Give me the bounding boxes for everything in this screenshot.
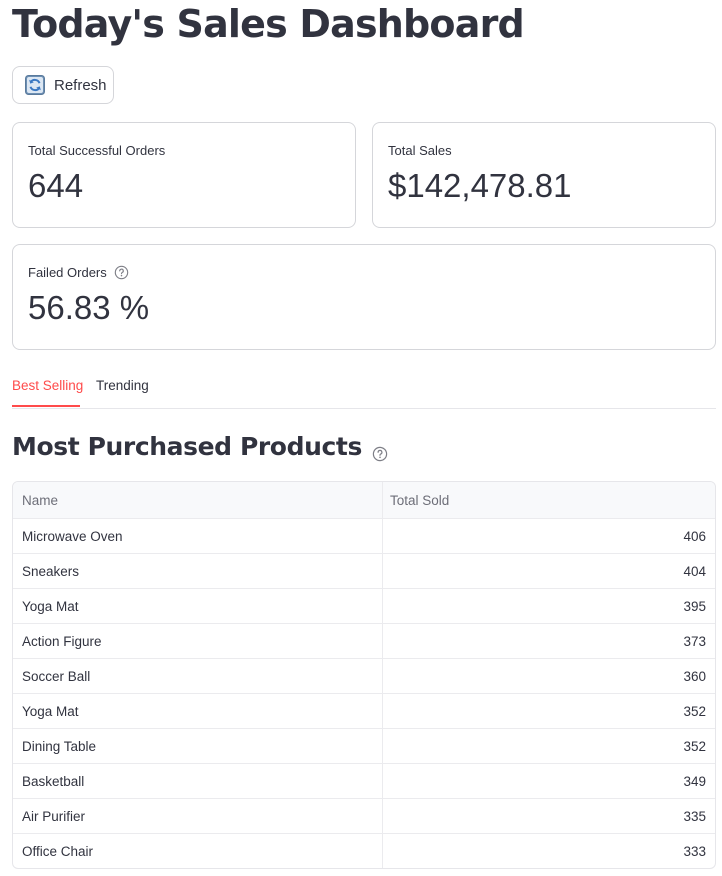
metric-total-sales: Total Sales $142,478.81 — [372, 122, 716, 228]
refresh-button[interactable]: Refresh — [12, 66, 114, 104]
cell-total-sold: 352 — [683, 703, 706, 719]
cell-total-sold: 333 — [683, 843, 706, 859]
table-row: Microwave Oven 406 — [13, 518, 715, 553]
page-title: Today's Sales Dashboard — [12, 2, 525, 46]
cell-name: Yoga Mat — [13, 589, 383, 623]
cell-total-sold: 352 — [683, 738, 706, 754]
cell-name: Yoga Mat — [13, 694, 383, 728]
help-icon[interactable] — [114, 265, 129, 280]
help-icon[interactable] — [372, 439, 388, 461]
metric-label: Total Successful Orders — [28, 143, 166, 158]
table-row: Basketball 349 — [13, 763, 715, 798]
metric-successful-orders: Total Successful Orders 644 — [12, 122, 356, 228]
tab-trending[interactable]: Trending — [96, 378, 149, 393]
table-row: Action Figure 373 — [13, 623, 715, 658]
refresh-label: Refresh — [54, 76, 107, 94]
cell-total-sold: 404 — [683, 563, 706, 579]
table-row: Yoga Mat 395 — [13, 588, 715, 623]
table-row: Yoga Mat 352 — [13, 693, 715, 728]
cell-total-sold: 360 — [683, 668, 706, 684]
products-table: Name Total Sold Microwave Oven 406 Sneak… — [12, 481, 716, 869]
metric-value: $142,478.81 — [388, 167, 572, 204]
cell-name: Air Purifier — [13, 799, 383, 833]
section-title: Most Purchased Products — [12, 432, 388, 461]
metric-value: 56.83 % — [28, 289, 150, 326]
tab-best-selling[interactable]: Best Selling — [12, 378, 83, 393]
column-header-name[interactable]: Name — [13, 482, 383, 518]
cell-total-sold: 406 — [683, 528, 706, 544]
table-row: Soccer Ball 360 — [13, 658, 715, 693]
active-tab-indicator — [12, 405, 80, 407]
cell-total-sold: 373 — [683, 633, 706, 649]
metric-label: Total Sales — [388, 143, 452, 158]
table-header-row: Name Total Sold — [13, 482, 715, 518]
table-row: Air Purifier 335 — [13, 798, 715, 833]
cell-name: Soccer Ball — [13, 659, 383, 693]
refresh-icon — [25, 75, 45, 95]
cell-name: Office Chair — [13, 834, 383, 868]
cell-total-sold: 349 — [683, 773, 706, 789]
cell-name: Microwave Oven — [13, 519, 383, 553]
cell-name: Action Figure — [13, 624, 383, 658]
column-header-total-sold[interactable]: Total Sold — [383, 482, 715, 518]
metric-label: Failed Orders — [28, 265, 107, 280]
cell-name: Dining Table — [13, 729, 383, 763]
section-title-text: Most Purchased Products — [12, 432, 362, 461]
tab-bar: Best Selling Trending — [12, 368, 716, 409]
metric-failed-orders: Failed Orders 56.83 % — [12, 244, 716, 350]
cell-name: Sneakers — [13, 554, 383, 588]
table-row: Dining Table 352 — [13, 728, 715, 763]
cell-total-sold: 335 — [683, 808, 706, 824]
cell-total-sold: 395 — [683, 598, 706, 614]
table-row: Sneakers 404 — [13, 553, 715, 588]
table-row: Office Chair 333 — [13, 833, 715, 868]
cell-name: Basketball — [13, 764, 383, 798]
metric-value: 644 — [28, 167, 84, 204]
